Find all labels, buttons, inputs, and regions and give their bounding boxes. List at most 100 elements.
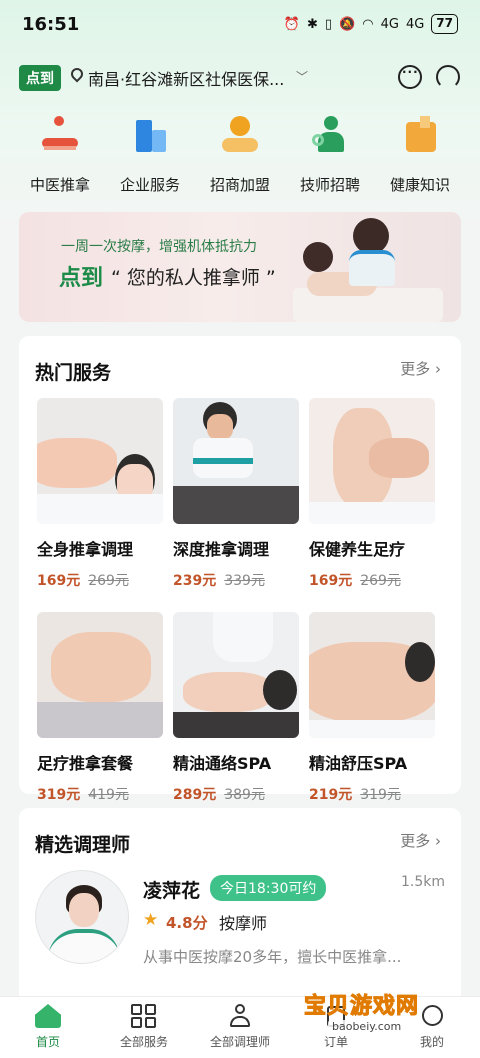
bottom-tab-bar: 首页 全部服务 全部调理师 订单 我的 (0, 996, 480, 1058)
price-original: 269元 (88, 573, 129, 589)
service-card[interactable]: 深度推拿调理 239元 339元 (173, 398, 299, 590)
price-original: 389元 (224, 787, 265, 803)
tab-all-therapists[interactable]: 全部调理师 (192, 997, 288, 1058)
banner-title: “ 您的私人推拿师 ” (111, 267, 276, 289)
quick-nav: 中医推拿 企业服务 招商加盟 技师招聘 健康知识 (0, 108, 480, 198)
service-card[interactable]: 足疗推拿套餐 319元 419元 (37, 612, 163, 804)
price-current: 239元 (173, 573, 217, 589)
price-original: 419元 (88, 787, 129, 803)
quick-nav-label: 招商加盟 (209, 176, 270, 194)
therapist-description: 从事中医按摩20多年，擅长中医推拿... (143, 948, 402, 966)
service-image (309, 612, 435, 738)
signal-4g-icon: 4G (380, 16, 399, 32)
therapist-icon (227, 1004, 253, 1028)
vibrate-icon: ▯ (324, 16, 333, 32)
hot-services-section: 热门服务 更多 › 全身推拿调理 169元 269元 深度推拿调理 239元 339… (19, 336, 461, 803)
distance: 1.5km (400, 874, 445, 890)
service-name: 精油舒压SPA (309, 754, 408, 773)
quick-nav-health-knowledge[interactable]: 健康知识 (384, 108, 456, 198)
more-link[interactable]: 更多 › (400, 830, 441, 851)
therapist-name: 凌萍花 (143, 880, 201, 902)
status-time: 16:51 (22, 14, 80, 35)
service-card[interactable]: 精油通络SPA 289元 389元 (173, 612, 299, 804)
service-name: 保健养生足疗 (309, 540, 406, 559)
tab-label: 全部服务 (119, 1035, 168, 1049)
service-price: 239元 339元 (173, 570, 299, 590)
quick-nav-enterprise[interactable]: 企业服务 (114, 108, 186, 198)
customer-service-icon[interactable] (436, 65, 460, 89)
tab-home[interactable]: 首页 (0, 997, 96, 1058)
battery-icon: 77 (431, 14, 458, 34)
tab-label: 首页 (35, 1035, 60, 1049)
price-current: 169元 (37, 573, 81, 589)
home-icon (35, 1004, 61, 1028)
tab-label: 订单 (323, 1035, 348, 1049)
wifi-icon: ◠ (362, 16, 374, 32)
section-title: 精选调理师 (35, 834, 131, 856)
price-original: 319元 (360, 787, 401, 803)
service-name: 精油通络SPA (173, 754, 272, 773)
message-icon[interactable] (398, 65, 422, 89)
more-link[interactable]: 更多 › (400, 358, 441, 379)
service-name: 深度推拿调理 (173, 540, 270, 559)
service-image (309, 398, 435, 524)
service-price: 289元 389元 (173, 784, 299, 804)
profile-icon (419, 1004, 445, 1028)
grid-icon (131, 1004, 157, 1028)
alarm-icon: ⏰ (283, 16, 300, 32)
health-knowledge-icon (400, 116, 440, 156)
service-price: 219元 319元 (309, 784, 435, 804)
quick-nav-label: 技师招聘 (299, 176, 360, 194)
signal-4g-icon: 4G (405, 16, 425, 32)
rating: 4.8分 (166, 914, 208, 932)
price-current: 319元 (37, 787, 81, 803)
recruit-icon (310, 116, 350, 156)
service-image (37, 398, 163, 524)
location-pin-icon (68, 65, 86, 83)
price-current: 289元 (173, 787, 217, 803)
therapist-role: 按摩师 (219, 914, 268, 933)
chevron-down-icon[interactable]: ﹀ (296, 68, 308, 85)
service-price: 319元 419元 (37, 784, 163, 804)
availability-badge[interactable]: 今日18:30可约 (210, 875, 327, 901)
service-grid: 全身推拿调理 169元 269元 深度推拿调理 239元 339元 保健养生足疗 1… (37, 398, 437, 804)
price-original: 269元 (360, 573, 401, 589)
enterprise-icon (130, 116, 170, 156)
mute-icon: 🔕 (339, 16, 356, 32)
tab-label: 我的 (419, 1035, 444, 1049)
service-name: 足疗推拿套餐 (37, 754, 134, 773)
tab-profile[interactable]: 我的 (384, 997, 480, 1058)
service-price: 169元 269元 (309, 570, 435, 590)
location-selector[interactable]: 南昌·红谷滩新区社保医保... (88, 66, 284, 90)
quick-nav-label: 企业服务 (119, 176, 180, 194)
tcm-massage-icon (40, 116, 80, 156)
price-current: 169元 (309, 573, 353, 589)
price-current: 219元 (309, 787, 353, 803)
banner-subtitle: 一周一次按摩，增强机体抵抗力 (61, 239, 257, 255)
brand-logo: 点到 (19, 65, 61, 91)
tab-label: 全部调理师 (209, 1035, 270, 1049)
quick-nav-label: 中医推拿 (29, 176, 90, 194)
app-header: 点到 南昌·红谷滩新区社保医保... ﹀ (0, 60, 480, 96)
service-card[interactable]: 精油舒压SPA 219元 319元 (309, 612, 435, 804)
service-name: 全身推拿调理 (37, 540, 134, 559)
order-icon (323, 1004, 349, 1028)
quick-nav-label: 健康知识 (389, 176, 450, 194)
quick-nav-recruit[interactable]: 技师招聘 (294, 108, 366, 198)
service-image (37, 612, 163, 738)
service-price: 169元 269元 (37, 570, 163, 590)
bluetooth-icon: ✱ (306, 16, 318, 32)
quick-nav-tcm-massage[interactable]: 中医推拿 (24, 108, 96, 198)
banner-brand: 点到 (59, 266, 104, 291)
star-icon: ★ (143, 910, 159, 930)
service-card[interactable]: 全身推拿调理 169元 269元 (37, 398, 163, 590)
therapists-section: 精选调理师 更多 › 凌萍花 今日18:30可约 1.5km ★ 4.8分 按摩… (19, 808, 461, 1008)
tab-all-services[interactable]: 全部服务 (96, 997, 192, 1058)
banner-photo (293, 212, 443, 322)
avatar (35, 870, 129, 964)
promo-banner[interactable]: 一周一次按摩，增强机体抵抗力 点到 “ 您的私人推拿师 ” (19, 212, 461, 322)
tab-orders[interactable]: 订单 (288, 997, 384, 1058)
quick-nav-franchise[interactable]: 招商加盟 (204, 108, 276, 198)
service-card[interactable]: 保健养生足疗 169元 269元 (309, 398, 435, 590)
service-image (173, 398, 299, 524)
